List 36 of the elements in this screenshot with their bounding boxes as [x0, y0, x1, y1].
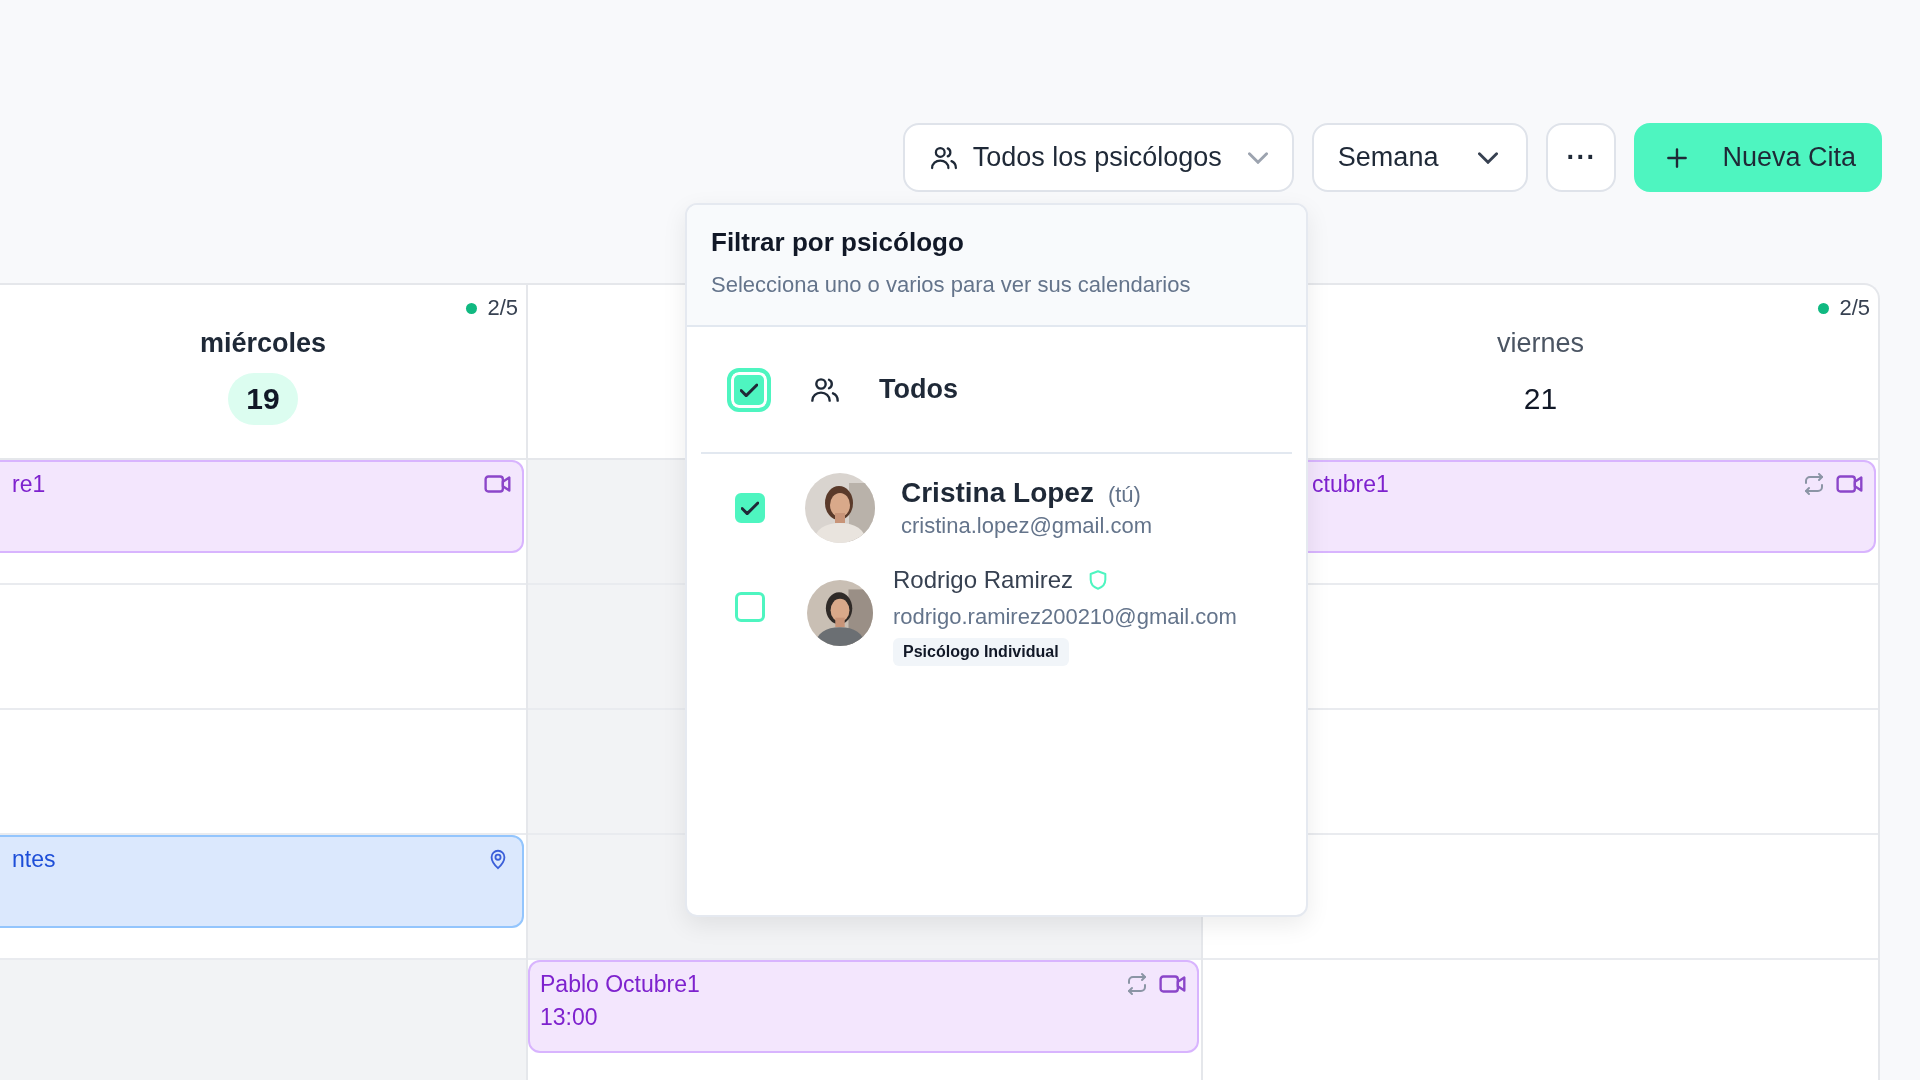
day-number: 19	[228, 373, 298, 425]
option-label[interactable]: Todos	[879, 374, 958, 405]
appointment-title: re1	[12, 471, 46, 498]
check-icon	[741, 501, 759, 515]
checkbox[interactable]	[727, 367, 771, 412]
appointment-title: ntes	[12, 846, 56, 873]
popover-subtitle: Selecciona uno o varios para ver sus calendarios	[711, 272, 1192, 298]
you-tag: (tú)	[1107, 482, 1141, 508]
appointment-count: 2/5	[487, 295, 518, 321]
psychologist-name: Cristina Lopez	[901, 477, 1094, 509]
checkbox[interactable]	[735, 493, 765, 523]
chevron-down-icon	[1247, 151, 1268, 164]
appointment-card[interactable]: Pablo Octubre1 13:00	[528, 960, 1199, 1053]
more-button[interactable]: ···	[1546, 123, 1617, 192]
appointment-card[interactable]: re1	[0, 460, 524, 553]
appointment-count: 2/5	[1839, 295, 1870, 321]
psychologist-filter-dropdown[interactable]: Todos los psicólogos	[902, 123, 1294, 192]
view-dropdown[interactable]: Semana	[1311, 123, 1529, 192]
psychologist-email: cristina.lopez@gmail.com	[901, 513, 1152, 539]
new-appointment-button[interactable]: Nueva Cita	[1634, 123, 1882, 192]
role-badge: Psicólogo Individual	[893, 638, 1069, 666]
psychologist-name: Rodrigo Ramirez	[893, 566, 1074, 594]
appointment-time: 13:00	[540, 1004, 598, 1031]
popover-title: Filtrar por psicólogo	[711, 227, 965, 258]
checkbox[interactable]	[735, 592, 765, 622]
chevron-down-icon	[1478, 151, 1499, 164]
weekday-label: miércoles	[199, 328, 327, 359]
status-dot	[1818, 302, 1830, 314]
status-dot	[466, 302, 478, 314]
appointment-card[interactable]: ntes	[0, 835, 524, 928]
appointment-title: ctubre1	[1312, 471, 1389, 498]
check-icon	[740, 382, 758, 397]
psychologist-email: rodrigo.ramirez200210@gmail.com	[893, 604, 1237, 630]
day-number: 21	[1522, 381, 1559, 417]
weekday-label: viernes	[1496, 328, 1584, 359]
appointment-title: Pablo Octubre1	[540, 971, 700, 998]
